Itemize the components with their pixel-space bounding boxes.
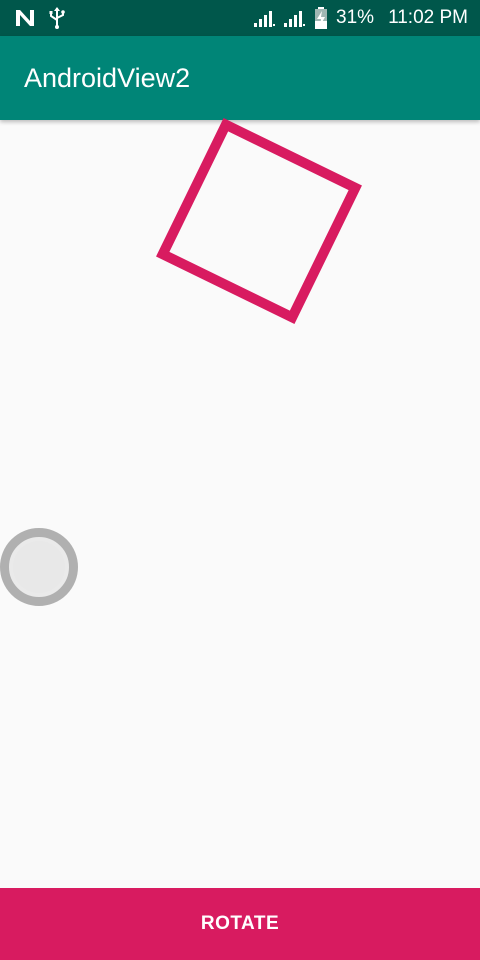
status-bar: 31% 11:02 PM — [0, 0, 480, 36]
usb-icon — [48, 7, 66, 29]
signal-icon — [254, 9, 276, 27]
battery-percent: 31% — [336, 7, 375, 28]
app-bar: AndroidView2 — [0, 36, 480, 120]
canvas-area — [0, 118, 480, 888]
status-time: 11:02 PM — [388, 7, 468, 28]
touch-indicator[interactable] — [0, 528, 78, 606]
app-title: AndroidView2 — [24, 62, 191, 93]
signal-icon-2 — [284, 9, 306, 27]
n-logo-icon — [14, 8, 36, 28]
battery-charging-icon — [314, 7, 328, 29]
rotate-button[interactable]: ROTATE — [0, 888, 480, 960]
rotated-square — [156, 118, 362, 324]
touch-indicator-inner — [13, 541, 65, 593]
status-right-icons: 31% 11:02 PM — [254, 7, 468, 29]
status-left-icons — [14, 7, 66, 29]
